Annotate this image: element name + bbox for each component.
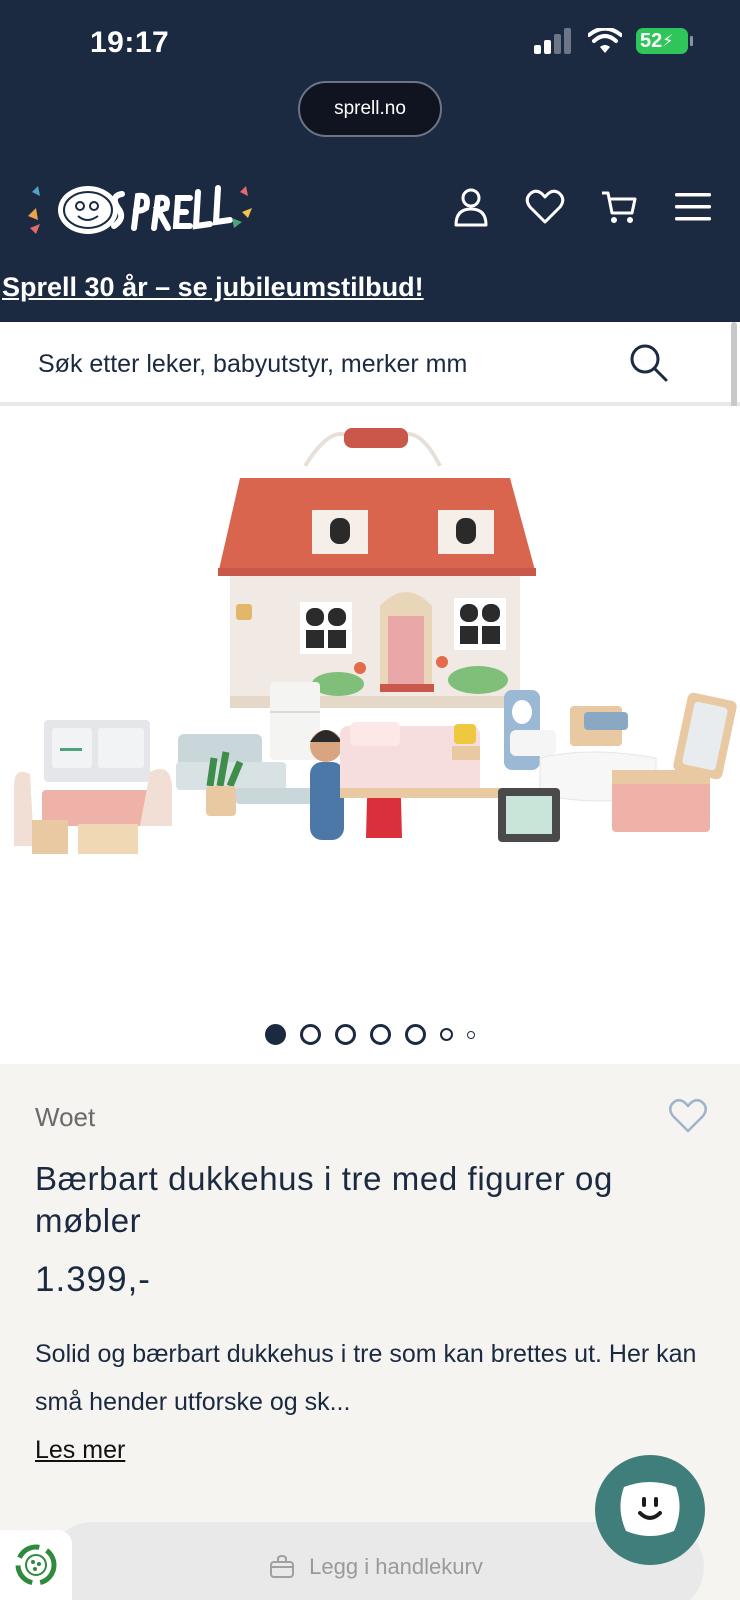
account-icon[interactable] bbox=[450, 186, 492, 228]
battery-level: 52 bbox=[640, 29, 663, 52]
charging-icon: ⚡ bbox=[662, 33, 674, 50]
header-nav bbox=[450, 186, 714, 228]
product-price: 1.399,- bbox=[35, 1260, 151, 1299]
url-text: sprell.no bbox=[334, 98, 406, 119]
gallery-dot[interactable] bbox=[300, 1024, 321, 1045]
battery-indicator: 52 ⚡ bbox=[636, 28, 693, 54]
product-description: Solid og bærbart dukkehus i tre som kan … bbox=[35, 1340, 697, 1416]
status-indicators: 52 ⚡ bbox=[534, 28, 693, 54]
gallery-pagination bbox=[0, 1024, 740, 1045]
wishlist-heart-icon[interactable] bbox=[524, 186, 566, 228]
read-more-link[interactable]: Les mer bbox=[35, 1436, 125, 1465]
cart-icon[interactable] bbox=[598, 186, 640, 228]
eco-badge[interactable] bbox=[0, 1530, 72, 1600]
product-brand[interactable]: Woet bbox=[35, 1102, 95, 1133]
search-bar bbox=[0, 322, 740, 406]
product-image-gallery[interactable] bbox=[0, 406, 740, 1064]
chat-button[interactable] bbox=[595, 1455, 705, 1565]
product-title: Bærbart dukkehus i tre med figurer og mø… bbox=[35, 1160, 613, 1239]
search-icon[interactable] bbox=[628, 342, 670, 384]
gallery-dot[interactable] bbox=[265, 1024, 286, 1045]
menu-icon[interactable] bbox=[672, 186, 714, 228]
gallery-dot[interactable] bbox=[405, 1024, 426, 1045]
sprell-logo[interactable] bbox=[26, 178, 256, 242]
recycle-icon bbox=[15, 1544, 57, 1586]
favorite-heart-icon[interactable] bbox=[668, 1098, 708, 1134]
url-bar[interactable]: sprell.no bbox=[298, 81, 442, 137]
gallery-dot[interactable] bbox=[467, 1030, 475, 1039]
search-input[interactable] bbox=[38, 340, 598, 388]
signal-icon bbox=[534, 28, 571, 54]
add-to-cart-label: Legg i handlekurv bbox=[309, 1554, 483, 1579]
shopping-bag-icon bbox=[270, 1555, 295, 1578]
scrollbar[interactable] bbox=[731, 322, 737, 414]
status-time: 19:17 bbox=[90, 26, 170, 59]
gallery-dot[interactable] bbox=[335, 1024, 356, 1045]
product-image bbox=[14, 428, 737, 854]
gallery-dot[interactable] bbox=[370, 1024, 391, 1045]
product-page: 19:17 52 ⚡ sprell.no Sprell 30 år – se j… bbox=[0, 0, 740, 1600]
site-header: 19:17 52 ⚡ sprell.no Sprell 30 år – se j… bbox=[0, 0, 740, 322]
wifi-icon bbox=[588, 28, 622, 53]
promo-banner-link[interactable]: Sprell 30 år – se jubileumstilbud! bbox=[2, 272, 424, 303]
gallery-dot[interactable] bbox=[440, 1028, 453, 1041]
chat-smile-icon bbox=[620, 1482, 680, 1536]
